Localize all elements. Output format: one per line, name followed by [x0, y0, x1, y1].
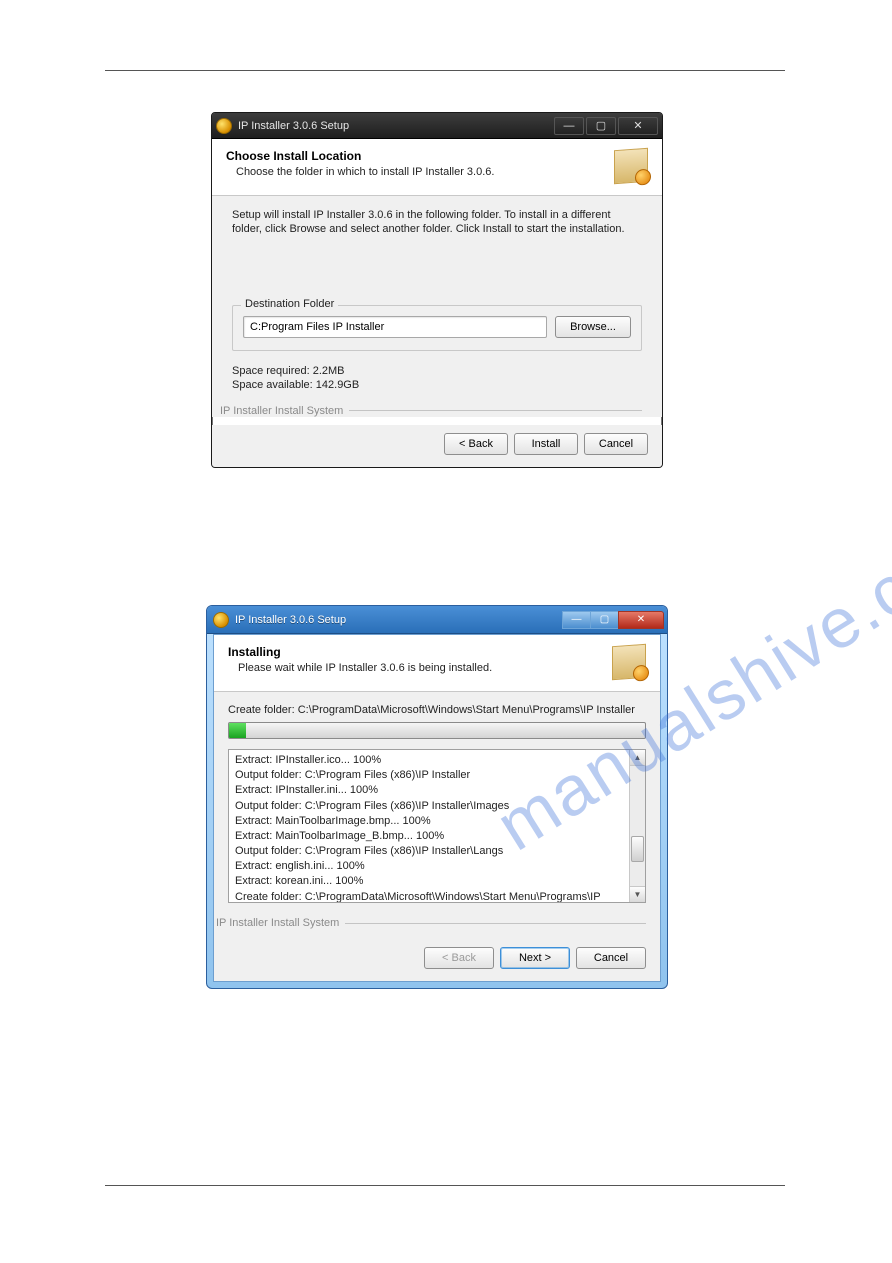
browse-button[interactable]: Browse...: [555, 316, 631, 338]
destination-folder-group: Destination Folder Browse...: [232, 305, 642, 351]
titlebar[interactable]: IP Installer 3.0.6 Setup — ▢ ✕: [212, 113, 662, 139]
log-line: Extract: english.ini... 100%: [235, 859, 623, 874]
page-rule-top: [105, 70, 785, 71]
dialog-heading: Installing: [228, 645, 612, 659]
log-line: Output folder: C:\Program Files (x86)\IP…: [235, 799, 623, 814]
minimize-button[interactable]: —: [554, 117, 584, 135]
back-button: < Back: [424, 947, 494, 969]
log-line: Extract: IPInstaller.ini... 100%: [235, 783, 623, 798]
app-icon: [216, 118, 232, 134]
log-lines: Extract: IPInstaller.ico... 100%Output f…: [229, 750, 629, 902]
dialog-body: Setup will install IP Installer 3.0.6 in…: [212, 196, 662, 417]
dialog-footer: < Back Install Cancel: [212, 425, 662, 467]
titlebar[interactable]: IP Installer 3.0.6 Setup — ▢ ✕: [207, 606, 667, 634]
app-icon: [213, 612, 229, 628]
dialog-header: Installing Please wait while IP Installe…: [214, 635, 660, 692]
close-button[interactable]: ✕: [618, 117, 658, 135]
log-line: Extract: MainToolbarImage_B.bmp... 100%: [235, 829, 623, 844]
dialog-subheading: Choose the folder in which to install IP…: [226, 166, 614, 178]
cancel-button[interactable]: Cancel: [576, 947, 646, 969]
install-path-input[interactable]: [243, 316, 547, 338]
install-log: Extract: IPInstaller.ico... 100%Output f…: [228, 749, 646, 903]
dialog-subheading: Please wait while IP Installer 3.0.6 is …: [228, 662, 612, 674]
space-required-text: Space required: 2.2MB: [232, 365, 642, 377]
install-system-label: IP Installer Install System: [216, 917, 646, 929]
log-line: Output folder: C:\Program Files (x86)\IP…: [235, 768, 623, 783]
progress-bar: [228, 722, 646, 739]
log-line: Extract: IPInstaller.ico... 100%: [235, 753, 623, 768]
description-text: Setup will install IP Installer 3.0.6 in…: [232, 208, 642, 237]
maximize-button[interactable]: ▢: [590, 611, 618, 629]
destination-folder-label: Destination Folder: [241, 298, 338, 310]
package-icon: [614, 148, 648, 184]
dialog-body: Create folder: C:\ProgramData\Microsoft\…: [214, 692, 660, 929]
window-title: IP Installer 3.0.6 Setup: [238, 120, 552, 132]
log-line: Extract: MainToolbarImage.bmp... 100%: [235, 814, 623, 829]
window-title: IP Installer 3.0.6 Setup: [235, 614, 562, 626]
cancel-button[interactable]: Cancel: [584, 433, 648, 455]
dialog-heading: Choose Install Location: [226, 149, 614, 163]
space-available-text: Space available: 142.9GB: [232, 379, 642, 391]
next-button[interactable]: Next >: [500, 947, 570, 969]
install-button[interactable]: Install: [514, 433, 578, 455]
log-line: Extract: korean.ini... 100%: [235, 874, 623, 889]
dialog-footer: < Back Next > Cancel: [214, 937, 660, 981]
log-line: Create folder: C:\ProgramData\Microsoft\…: [235, 890, 623, 902]
scroll-down-arrow-icon[interactable]: ▼: [630, 886, 645, 902]
close-button[interactable]: ✕: [618, 611, 664, 629]
scroll-up-arrow-icon[interactable]: ▲: [630, 750, 645, 766]
install-location-dialog: IP Installer 3.0.6 Setup — ▢ ✕ Choose In…: [211, 112, 663, 468]
installing-dialog: IP Installer 3.0.6 Setup — ▢ ✕ Installin…: [206, 605, 668, 989]
scrollbar[interactable]: ▲ ▼: [629, 750, 645, 902]
install-system-label: IP Installer Install System: [220, 405, 642, 417]
back-button[interactable]: < Back: [444, 433, 508, 455]
minimize-button[interactable]: —: [562, 611, 590, 629]
progress-fill: [229, 723, 246, 738]
scroll-track[interactable]: [630, 766, 645, 886]
current-action-text: Create folder: C:\ProgramData\Microsoft\…: [228, 704, 646, 716]
maximize-button[interactable]: ▢: [586, 117, 616, 135]
page-rule-bottom: [105, 1185, 785, 1186]
scroll-thumb[interactable]: [631, 836, 644, 862]
log-line: Output folder: C:\Program Files (x86)\IP…: [235, 844, 623, 859]
dialog-header: Choose Install Location Choose the folde…: [212, 139, 662, 196]
package-icon: [612, 644, 646, 680]
